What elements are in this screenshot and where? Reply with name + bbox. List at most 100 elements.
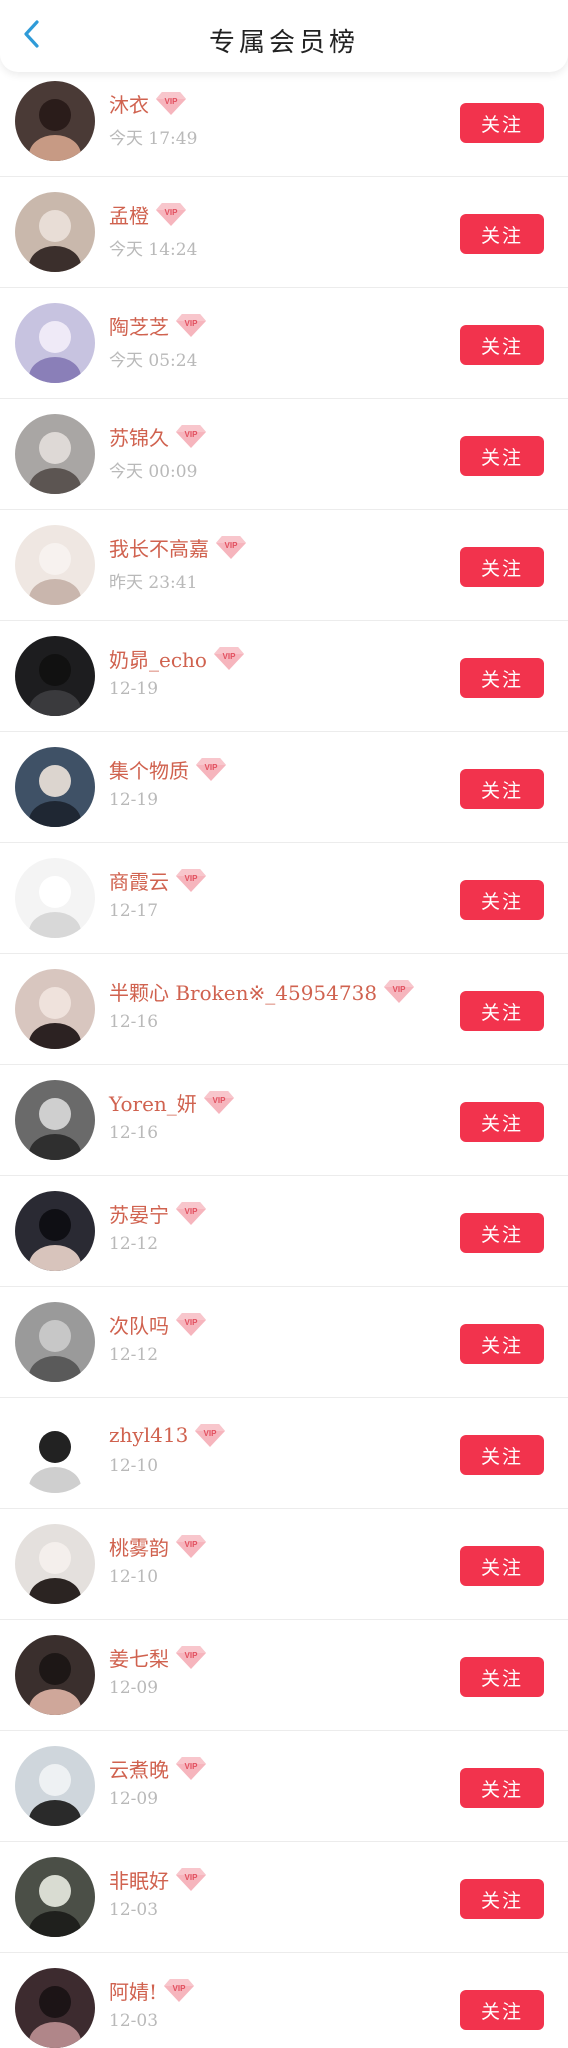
avatar[interactable] (15, 858, 95, 938)
avatar[interactable] (15, 303, 95, 383)
vip-badge-icon: VIP (155, 90, 187, 116)
svg-text:VIP: VIP (212, 1096, 226, 1105)
member-row[interactable]: 云煮晚 VIP 12-09 关注 (0, 1731, 568, 1842)
name-line: 非眠好 VIP (109, 1864, 207, 1894)
member-row[interactable]: 苏晏宁 VIP 12-12 关注 (0, 1176, 568, 1287)
follow-button[interactable]: 关注 (460, 991, 544, 1031)
member-row[interactable]: 沐衣 VIP 今天 17:49 关注 (0, 66, 568, 177)
member-name[interactable]: Yoren_妍 (109, 1088, 197, 1117)
follow-button[interactable]: 关注 (460, 325, 544, 365)
name-line: 孟橙 VIP (109, 199, 187, 229)
follow-button[interactable]: 关注 (460, 436, 544, 476)
member-list: 沐衣 VIP 今天 17:49 关注 孟橙 VIP 今天 14:24 关注 陶芝… (0, 66, 568, 2048)
name-line: 阿婧! VIP (109, 1975, 195, 2005)
member-name[interactable]: 孟橙 (109, 200, 149, 229)
member-name[interactable]: 我长不高嘉 (109, 533, 209, 562)
vip-badge-icon: VIP (175, 1311, 207, 1337)
member-name[interactable]: 半颗心 Broken※_45954738 (109, 977, 377, 1006)
follow-button[interactable]: 关注 (460, 1546, 544, 1586)
follow-button[interactable]: 关注 (460, 1879, 544, 1919)
follow-button[interactable]: 关注 (460, 1324, 544, 1364)
vip-badge-icon: VIP (175, 1755, 207, 1781)
member-name[interactable]: 陶芝芝 (109, 311, 169, 340)
visit-time: 12-16 (109, 1012, 159, 1032)
name-line: 苏锦久 VIP (109, 421, 207, 451)
member-row[interactable]: 阿婧! VIP 12-03 关注 (0, 1953, 568, 2048)
follow-button[interactable]: 关注 (460, 1990, 544, 2030)
avatar[interactable] (15, 1302, 95, 1382)
member-name[interactable]: 苏锦久 (109, 422, 169, 451)
visit-time: 今天 14:24 (109, 240, 198, 260)
follow-button[interactable]: 关注 (460, 1768, 544, 1808)
avatar[interactable] (15, 192, 95, 272)
member-name[interactable]: 苏晏宁 (109, 1199, 169, 1228)
vip-badge-icon: VIP (194, 1422, 226, 1448)
svg-text:VIP: VIP (173, 1984, 187, 1993)
vip-badge-icon: VIP (163, 1977, 195, 2003)
name-line: 集个物质 VIP (109, 754, 227, 784)
follow-button[interactable]: 关注 (460, 1657, 544, 1697)
svg-text:VIP: VIP (393, 985, 407, 994)
visit-time: 12-17 (109, 901, 159, 921)
member-row[interactable]: 集个物质 VIP 12-19 关注 (0, 732, 568, 843)
vip-badge-icon: VIP (383, 978, 415, 1004)
member-name[interactable]: 非眠好 (109, 1865, 169, 1894)
avatar[interactable] (15, 81, 95, 161)
avatar[interactable] (15, 636, 95, 716)
vip-badge-icon: VIP (213, 645, 245, 671)
avatar[interactable] (15, 1857, 95, 1937)
follow-button[interactable]: 关注 (460, 547, 544, 587)
visit-time: 12-09 (109, 1678, 159, 1698)
name-line: 沐衣 VIP (109, 88, 187, 118)
page-title: 专属会员榜 (208, 28, 359, 58)
member-row[interactable]: 次队吗 VIP 12-12 关注 (0, 1287, 568, 1398)
avatar[interactable] (15, 1635, 95, 1715)
follow-button[interactable]: 关注 (460, 214, 544, 254)
avatar[interactable] (15, 414, 95, 494)
member-name[interactable]: 姜七梨 (109, 1643, 169, 1672)
avatar[interactable] (15, 525, 95, 605)
member-row[interactable]: 桃雾韵 VIP 12-10 关注 (0, 1509, 568, 1620)
member-row[interactable]: Yoren_妍 VIP 12-16 关注 (0, 1065, 568, 1176)
member-row[interactable]: 陶芝芝 VIP 今天 05:24 关注 (0, 288, 568, 399)
vip-badge-icon: VIP (155, 201, 187, 227)
member-name[interactable]: 集个物质 (109, 755, 189, 784)
follow-button[interactable]: 关注 (460, 1435, 544, 1475)
member-name[interactable]: 桃雾韵 (109, 1532, 169, 1561)
member-name[interactable]: 阿婧! (109, 1976, 157, 2005)
member-name[interactable]: 沐衣 (109, 89, 149, 118)
member-row[interactable]: 非眠好 VIP 12-03 关注 (0, 1842, 568, 1953)
avatar[interactable] (15, 1413, 95, 1493)
name-line: Yoren_妍 VIP (109, 1087, 235, 1117)
avatar[interactable] (15, 1968, 95, 2048)
member-row[interactable]: 半颗心 Broken※_45954738 VIP 12-16 关注 (0, 954, 568, 1065)
svg-text:VIP: VIP (185, 1540, 199, 1549)
svg-text:VIP: VIP (185, 1762, 199, 1771)
avatar[interactable] (15, 969, 95, 1049)
follow-button[interactable]: 关注 (460, 103, 544, 143)
member-name[interactable]: 云煮晚 (109, 1754, 169, 1783)
svg-text:VIP: VIP (185, 1651, 199, 1660)
visit-time: 12-19 (109, 679, 159, 699)
member-name[interactable]: 商霞云 (109, 866, 169, 895)
member-row[interactable]: 孟橙 VIP 今天 14:24 关注 (0, 177, 568, 288)
member-row[interactable]: 姜七梨 VIP 12-09 关注 (0, 1620, 568, 1731)
member-row[interactable]: 商霞云 VIP 12-17 关注 (0, 843, 568, 954)
avatar[interactable] (15, 1746, 95, 1826)
avatar[interactable] (15, 1191, 95, 1271)
follow-button[interactable]: 关注 (460, 658, 544, 698)
member-name[interactable]: 次队吗 (109, 1310, 169, 1339)
member-name[interactable]: 奶昴_echo (109, 644, 207, 673)
follow-button[interactable]: 关注 (460, 769, 544, 809)
avatar[interactable] (15, 747, 95, 827)
follow-button[interactable]: 关注 (460, 1102, 544, 1142)
member-row[interactable]: 奶昴_echo VIP 12-19 关注 (0, 621, 568, 732)
follow-button[interactable]: 关注 (460, 880, 544, 920)
member-row[interactable]: 苏锦久 VIP 今天 00:09 关注 (0, 399, 568, 510)
member-name[interactable]: zhyl413 (109, 1423, 188, 1447)
member-row[interactable]: zhyl413 VIP 12-10 关注 (0, 1398, 568, 1509)
member-row[interactable]: 我长不高嘉 VIP 昨天 23:41 关注 (0, 510, 568, 621)
follow-button[interactable]: 关注 (460, 1213, 544, 1253)
avatar[interactable] (15, 1524, 95, 1604)
avatar[interactable] (15, 1080, 95, 1160)
